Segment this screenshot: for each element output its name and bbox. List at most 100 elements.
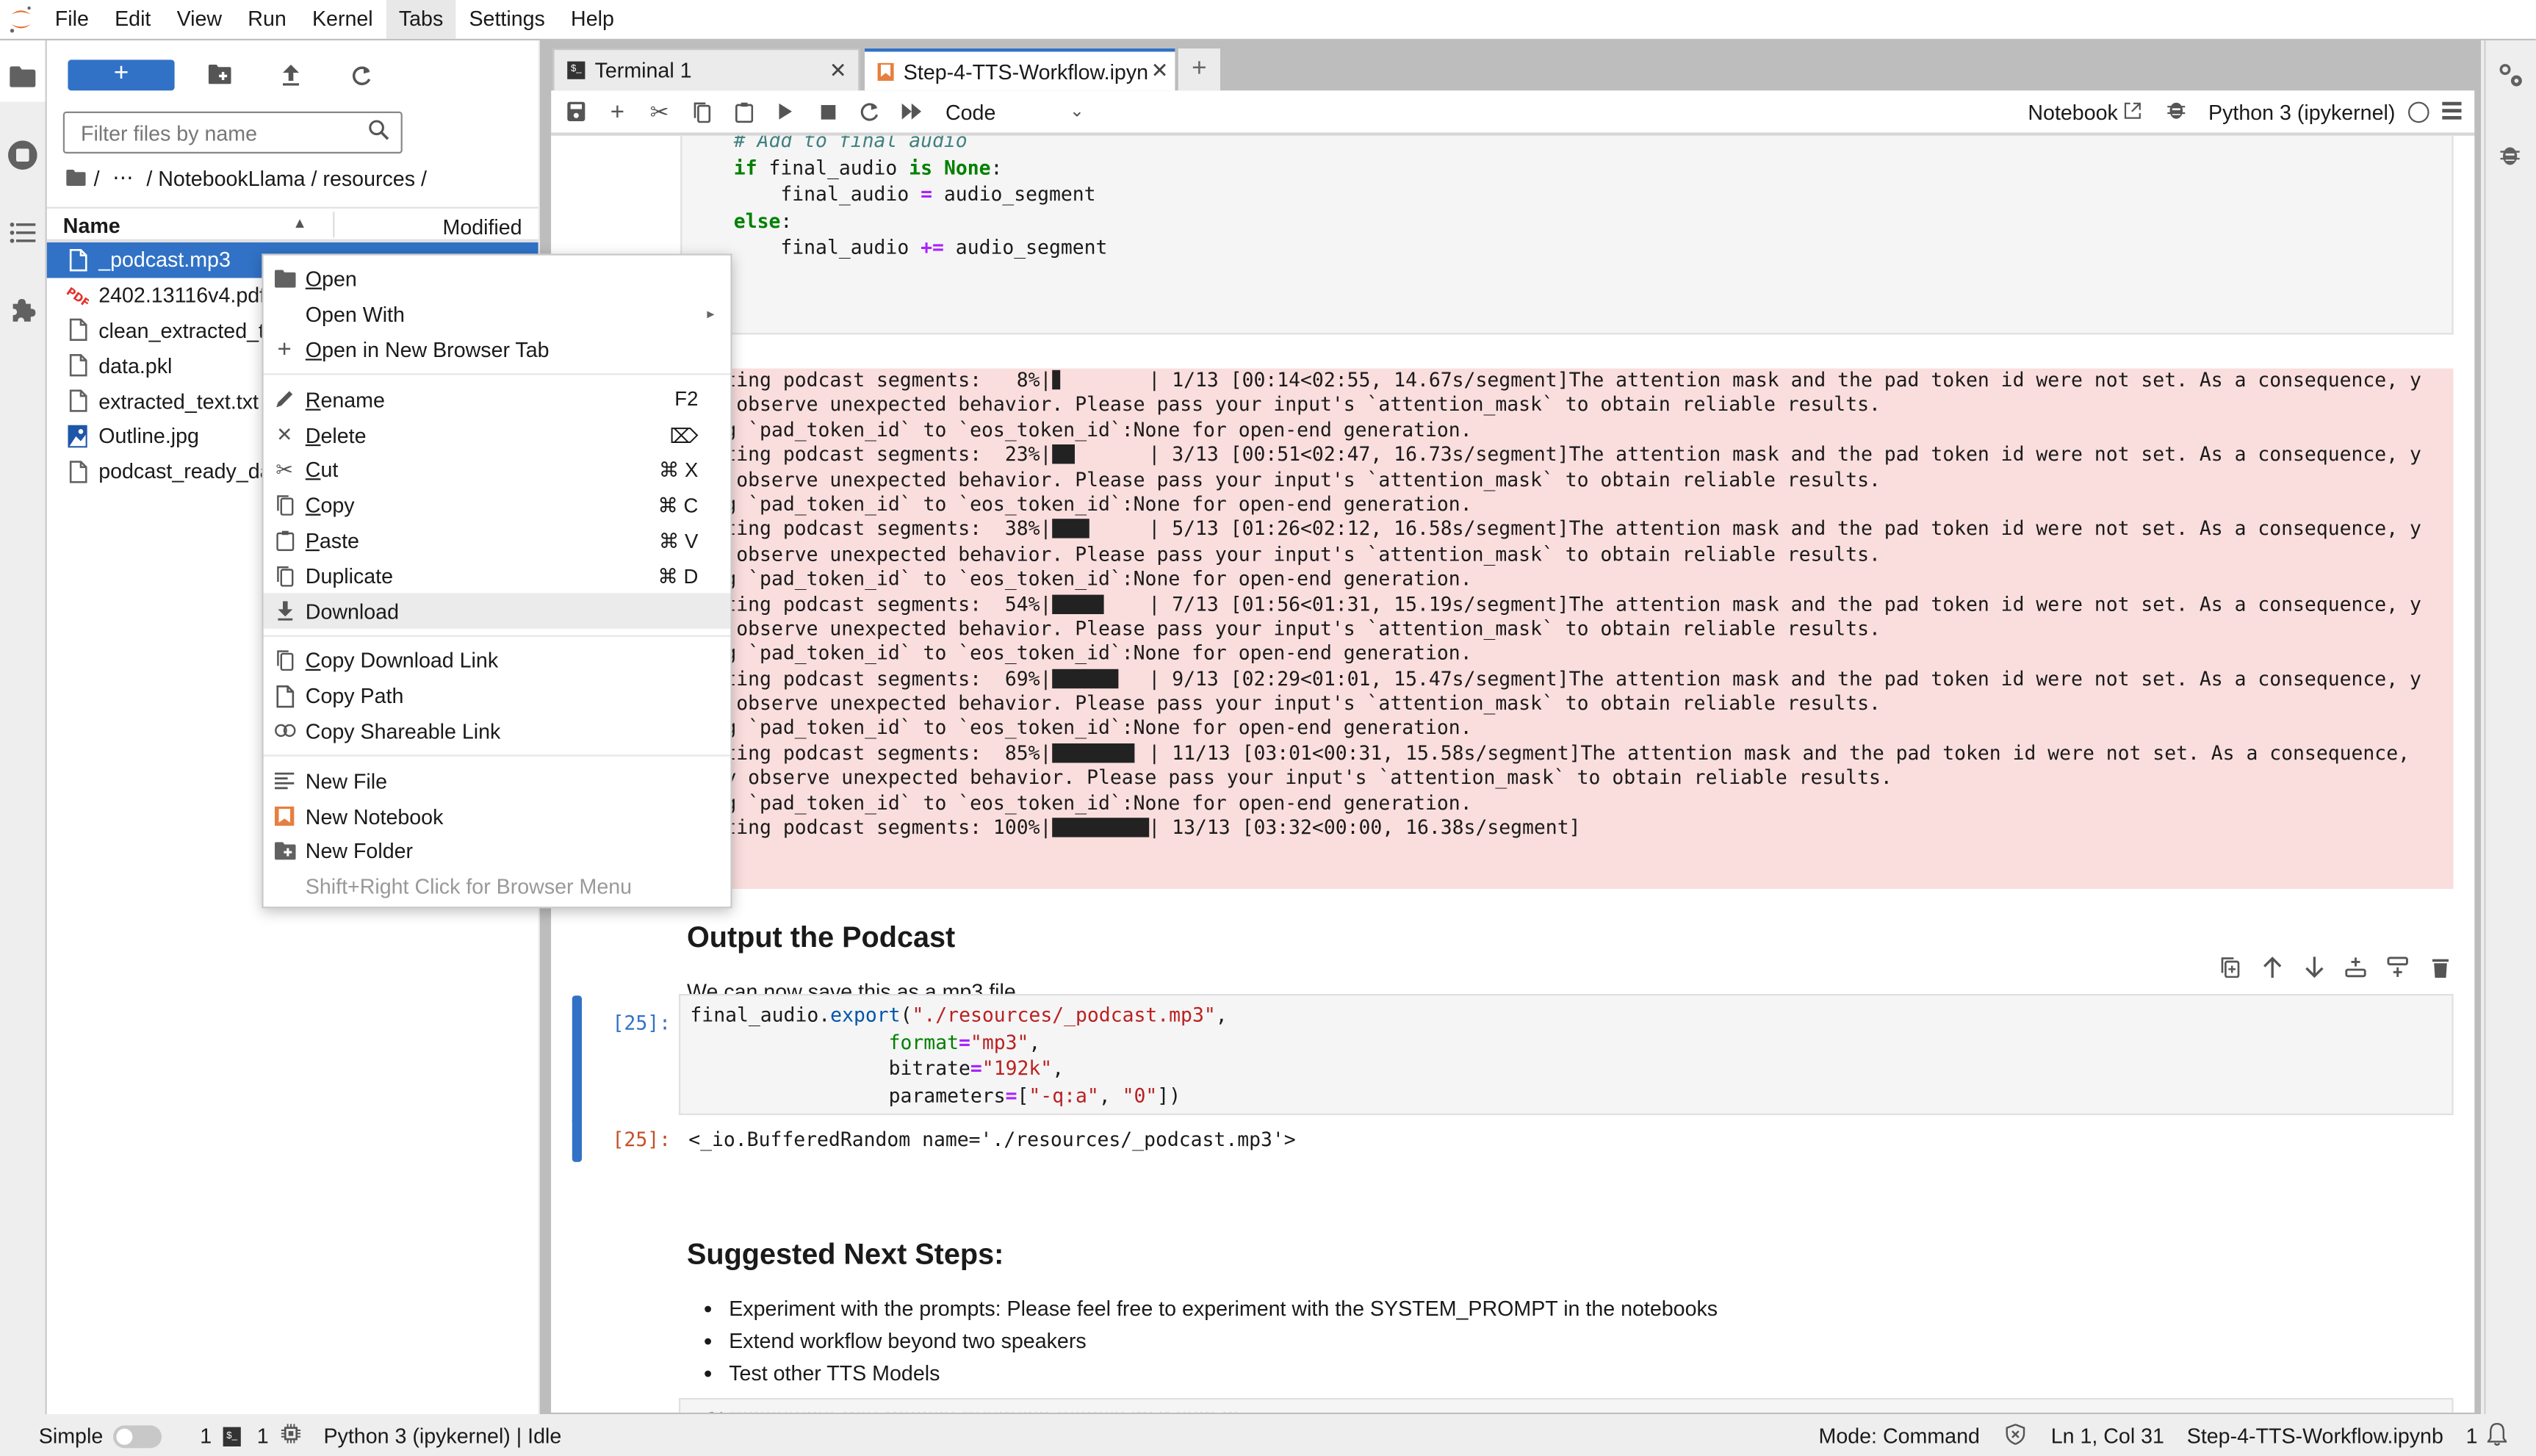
- menu-item-rename[interactable]: Rename F2: [264, 382, 731, 417]
- interrupt-kernel-icon[interactable]: [807, 92, 849, 131]
- menu-item-open-in-new-browser-tab[interactable]: + Open in New Browser Tab: [264, 332, 731, 367]
- simple-mode-toggle[interactable]: [112, 1424, 162, 1448]
- running-sessions-icon[interactable]: [7, 139, 39, 171]
- menu-item-download[interactable]: Download: [263, 593, 731, 629]
- upload-icon[interactable]: [275, 58, 307, 90]
- insert-cell-below-icon[interactable]: [2384, 954, 2411, 981]
- menu-settings[interactable]: Settings: [456, 0, 558, 39]
- menu-item-delete[interactable]: ✕ Delete ⌦: [264, 417, 731, 453]
- breadcrumb-path[interactable]: / NotebookLlama / resources /: [146, 166, 427, 190]
- submenu-chevron-icon: ▸: [707, 306, 715, 322]
- trust-shield-icon[interactable]: [2006, 1422, 2025, 1449]
- terminals-count[interactable]: 1: [200, 1424, 212, 1448]
- breadcrumb-home-folder-icon[interactable]: [66, 166, 86, 190]
- new-launcher-button[interactable]: +: [68, 59, 175, 90]
- menu-hamburger-icon[interactable]: [2442, 99, 2462, 123]
- property-inspector-gears-icon[interactable]: [2499, 63, 2524, 94]
- extensions-puzzle-icon[interactable]: [7, 294, 39, 326]
- menu-view[interactable]: View: [164, 0, 235, 39]
- cut-cell-icon[interactable]: ✂: [638, 92, 680, 131]
- run-cell-icon[interactable]: [765, 92, 807, 131]
- folder-icon[interactable]: [7, 60, 39, 92]
- kernel-name-button[interactable]: Python 3 (ipykernel): [2208, 99, 2395, 123]
- new-folder-icon[interactable]: [203, 58, 236, 90]
- notebook-panel: + ✂ Code ⌄ Notebook Python 3 (ipykernel): [551, 90, 2475, 1413]
- move-cell-down-icon[interactable]: [2300, 954, 2327, 981]
- close-tab-icon[interactable]: ✕: [1151, 58, 1169, 84]
- delete-cell-icon[interactable]: [2426, 954, 2453, 981]
- output-collapser[interactable]: [572, 1117, 582, 1162]
- kernel-status[interactable]: Python 3 (ipykernel) | Idle: [323, 1424, 561, 1448]
- menu-item-new-folder[interactable]: New Folder: [264, 834, 731, 869]
- menu-tabs[interactable]: Tabs: [386, 0, 456, 39]
- terminal-icon: $_: [223, 1426, 241, 1446]
- column-divider[interactable]: [333, 212, 335, 238]
- tab-step-4-tts-workflow[interactable]: Step-4-TTS-Workflow.ipynb ✕: [865, 48, 1175, 91]
- tab-terminal-1[interactable]: $_ Terminal 1 ✕: [552, 48, 860, 91]
- code-cell-source[interactable]: #fin: [690, 1408, 737, 1412]
- copy-cell-icon[interactable]: [680, 92, 722, 131]
- breadcrumb-ellipsis[interactable]: ⋯: [112, 165, 134, 190]
- jupyter-logo-icon[interactable]: [0, 0, 42, 39]
- bell-icon[interactable]: [2486, 1421, 2508, 1451]
- file-icon: [66, 353, 89, 378]
- menu-edit[interactable]: Edit: [101, 0, 163, 39]
- debugger-bug-icon[interactable]: [2168, 98, 2186, 124]
- menu-run[interactable]: Run: [235, 0, 300, 39]
- code-cell-source[interactable]: final_audio.export("./resources/_podcast…: [690, 1002, 1227, 1109]
- search-icon: [369, 120, 390, 145]
- warning-line: Setting `pad_token_id` to `eos_token_id`…: [719, 642, 1472, 665]
- close-tab-icon[interactable]: ✕: [829, 57, 847, 83]
- menu-item-cut[interactable]: ✂ Cut ⌘ X: [264, 453, 731, 488]
- menu-item-new-file[interactable]: New File: [264, 763, 731, 799]
- progress-bar-fill: [1051, 444, 1075, 464]
- code-cell-source[interactable]: # Add to final audio if final_audio is N…: [734, 136, 1108, 262]
- notification-count[interactable]: 1: [2466, 1424, 2478, 1448]
- code-cell-editor[interactable]: #fin: [679, 1398, 2454, 1413]
- menu-item-copy-shareable-link[interactable]: Copy Shareable Link: [264, 713, 731, 749]
- debugger-bug-icon[interactable]: [2500, 143, 2520, 172]
- kernel-chip-icon: [281, 1424, 301, 1448]
- menu-item-duplicate[interactable]: Duplicate ⌘ D: [264, 558, 731, 594]
- file-filter-input[interactable]: [77, 118, 369, 147]
- progress-stats: | 13/13 [03:32<00:00, 16.38s/segment]: [1148, 816, 1581, 839]
- restart-run-all-icon[interactable]: [890, 92, 932, 131]
- menu-item-copy-path[interactable]: Copy Path: [264, 678, 731, 713]
- menu-item-open[interactable]: Open: [264, 262, 731, 297]
- menu-item-copy-download-link[interactable]: Copy Download Link: [264, 644, 731, 679]
- cell-collapser[interactable]: [572, 995, 582, 1125]
- insert-cell-icon[interactable]: +: [597, 92, 638, 131]
- column-header-modified[interactable]: Modified: [442, 215, 522, 239]
- open-notebook-link[interactable]: Notebook: [2028, 99, 2117, 123]
- new-tab-button[interactable]: +: [1178, 48, 1220, 91]
- refresh-icon[interactable]: [346, 58, 378, 90]
- insert-cell-above-icon[interactable]: [2342, 954, 2369, 981]
- menu-item-open-with[interactable]: Open With ▸: [264, 297, 731, 332]
- menu-item-label: Delete: [305, 422, 367, 447]
- warning-line: Setting `pad_token_id` to `eos_token_id`…: [719, 418, 1472, 442]
- cursor-position[interactable]: Ln 1, Col 31: [2051, 1424, 2164, 1448]
- column-header-name[interactable]: Name: [63, 213, 120, 237]
- menu-kernel[interactable]: Kernel: [299, 0, 386, 39]
- menu-item-paste[interactable]: Paste ⌘ V: [264, 523, 731, 558]
- code-cell-editor[interactable]: final_audio.export("./resources/_podcast…: [679, 994, 2454, 1115]
- progress-bar-track: [1051, 816, 1149, 841]
- menu-item-copy[interactable]: Copy ⌘ C: [264, 488, 731, 523]
- menu-item-new-notebook[interactable]: New Notebook: [264, 799, 731, 834]
- svg-text:PDF: PDF: [66, 284, 89, 306]
- cell-type-dropdown[interactable]: Code ⌄: [945, 99, 1084, 123]
- paste-cell-icon[interactable]: [722, 92, 764, 131]
- move-cell-up-icon[interactable]: [2258, 954, 2285, 981]
- menu-help[interactable]: Help: [558, 0, 627, 39]
- menu-file[interactable]: File: [42, 0, 101, 39]
- save-icon[interactable]: [555, 92, 597, 131]
- progress-line: Generating podcast segments: 69%| | 9/13 …: [719, 667, 2454, 692]
- duplicate-cell-icon[interactable]: [2216, 954, 2243, 981]
- code-cell-editor[interactable]: # Add to final audio if final_audio is N…: [680, 135, 2454, 335]
- restart-kernel-icon[interactable]: [849, 92, 890, 131]
- external-link-icon[interactable]: [2125, 99, 2142, 123]
- file-name: extracted_text.txt: [98, 389, 259, 414]
- breadcrumb-root[interactable]: /: [94, 166, 100, 190]
- kernels-count[interactable]: 1: [257, 1424, 269, 1448]
- table-of-contents-icon[interactable]: [7, 217, 39, 249]
